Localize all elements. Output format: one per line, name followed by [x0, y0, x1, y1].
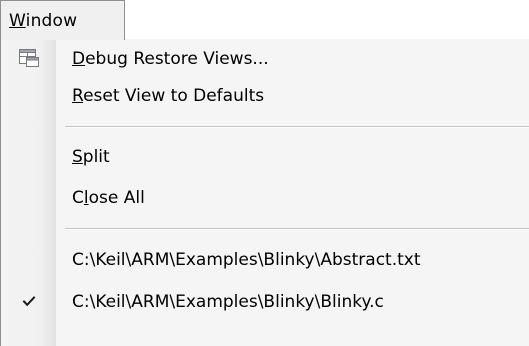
menu-item-recent-abstract[interactable]: C:\Keil\ARM\Examples\Blinky\Abstract.txt	[1, 240, 529, 280]
menu-item-label: Reset View to Defaults	[72, 86, 265, 106]
menu-item-label: Split	[72, 147, 110, 167]
menu-item-label: C:\Keil\ARM\Examples\Blinky\Abstract.txt	[72, 250, 421, 270]
menu-item-label: C:\Keil\ARM\Examples\Blinky\Blinky.c	[72, 292, 384, 312]
window-layout-icon	[18, 47, 40, 69]
menu-item-close-all[interactable]: Close All	[1, 178, 529, 218]
menu-separator	[65, 228, 529, 230]
menu-separator	[65, 126, 529, 128]
window-menu-screenshot: Window Debug Restore Views... Reset View…	[0, 0, 529, 346]
menu-item-split[interactable]: Split	[1, 137, 529, 177]
menu-item-label: Debug Restore Views...	[72, 49, 269, 69]
menu-item-recent-blinky[interactable]: C:\Keil\ARM\Examples\Blinky\Blinky.c	[1, 282, 529, 322]
menu-item-debug-restore-views[interactable]: Debug Restore Views...	[1, 39, 529, 79]
checkmark-icon	[20, 292, 38, 310]
window-dropdown-menu: Debug Restore Views... Reset View to Def…	[0, 39, 529, 346]
menubar-window-tab[interactable]: Window	[0, 0, 125, 40]
menu-item-reset-view-defaults[interactable]: Reset View to Defaults	[1, 76, 529, 116]
menu-item-label: Close All	[72, 188, 145, 208]
menubar-window-label: Window	[9, 11, 78, 31]
